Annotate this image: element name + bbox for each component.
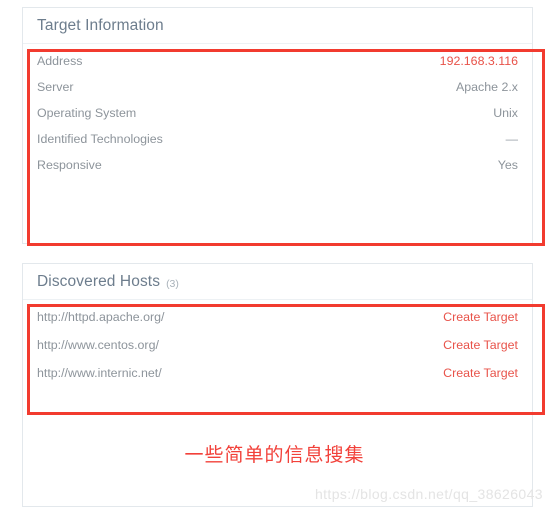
table-row: Responsive Yes [37,158,518,184]
list-item: http://www.internic.net/ Create Target [37,366,518,394]
discovered-hosts-header: Discovered Hosts (3) [23,264,532,300]
target-information-card: Target Information Address 192.168.3.116… [22,7,533,244]
info-value-responsive: Yes [497,158,518,172]
host-url-link[interactable]: http://www.internic.net/ [37,366,162,380]
discovered-hosts-card: Discovered Hosts (3) http://httpd.apache… [22,263,533,507]
info-label-responsive: Responsive [37,158,102,172]
info-value-server: Apache 2.x [456,80,518,94]
create-target-button[interactable]: Create Target [443,310,518,324]
target-information-header: Target Information [23,8,532,44]
annotation-caption: 一些简单的信息搜集 [184,444,365,466]
table-row: Operating System Unix [37,106,518,132]
host-url-link[interactable]: http://httpd.apache.org/ [37,310,164,324]
discovered-hosts-title: Discovered Hosts [37,272,161,290]
page-title: Target Information [37,16,164,34]
target-information-body: Address 192.168.3.116 Server Apache 2.x … [23,44,532,184]
table-row: Identified Technologies — [37,132,518,158]
list-item: http://httpd.apache.org/ Create Target [37,310,518,338]
info-label-operating-system: Operating System [37,106,137,120]
watermark: https://blog.csdn.net/qq_38626043 [314,486,543,502]
create-target-button[interactable]: Create Target [443,338,518,352]
info-value-operating-system: Unix [493,106,518,120]
info-label-server: Server [37,80,74,94]
table-row: Server Apache 2.x [37,80,518,106]
list-item: http://www.centos.org/ Create Target [37,338,518,366]
info-label-identified-technologies: Identified Technologies [37,132,163,146]
discovered-hosts-count: (3) [166,277,179,290]
info-label-address: Address [37,54,83,68]
discovered-hosts-body: http://httpd.apache.org/ Create Target h… [23,300,532,394]
host-url-link[interactable]: http://www.centos.org/ [37,338,159,352]
info-value-address[interactable]: 192.168.3.116 [440,54,518,68]
table-row: Address 192.168.3.116 [37,54,518,80]
info-value-identified-technologies: — [505,132,518,146]
create-target-button[interactable]: Create Target [443,366,518,380]
